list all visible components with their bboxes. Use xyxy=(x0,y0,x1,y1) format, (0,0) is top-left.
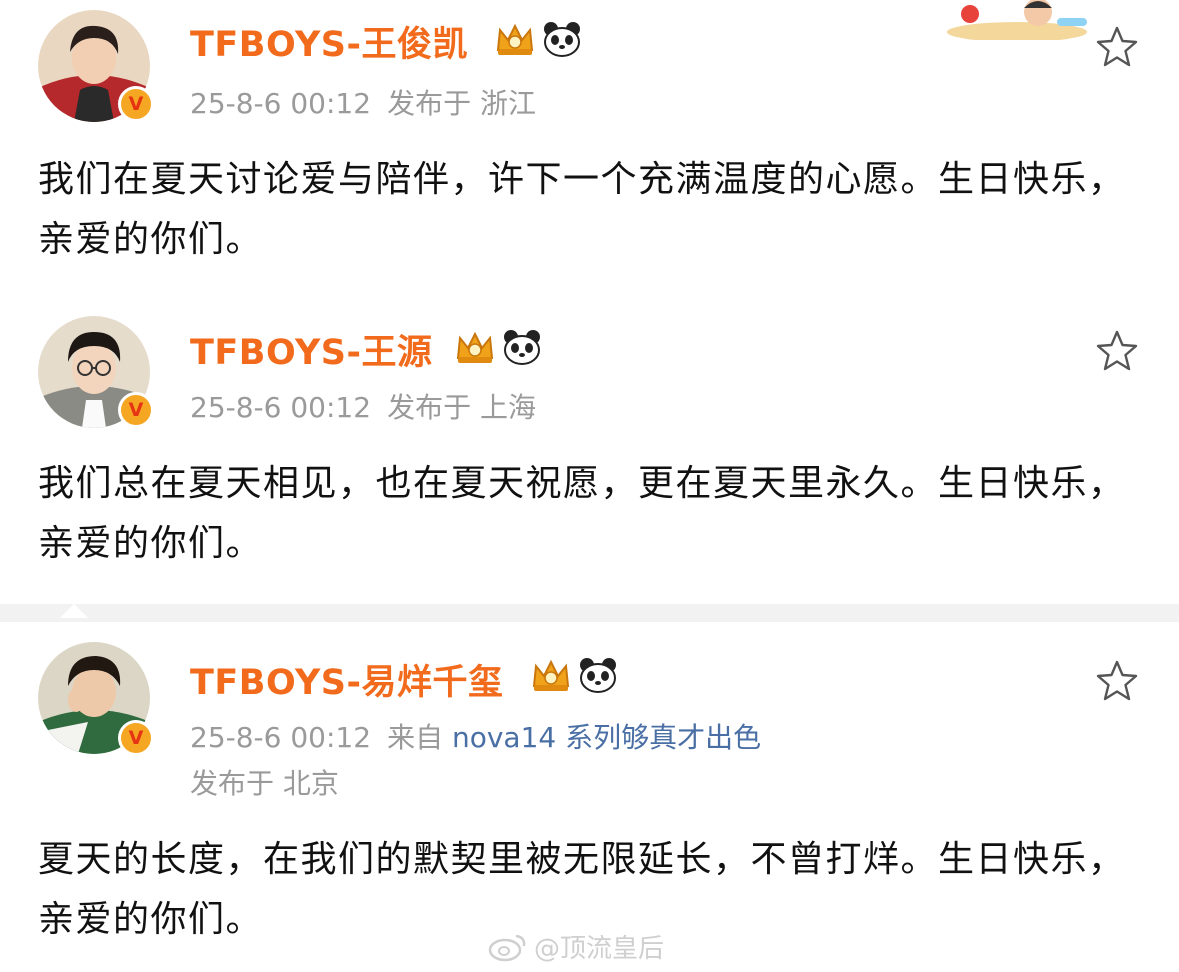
star-outline-icon[interactable] xyxy=(1094,24,1140,70)
post-location: 发布于 上海 xyxy=(387,391,536,424)
user-badges xyxy=(494,20,582,58)
crown-badge-icon xyxy=(496,23,534,55)
post-meta: 25-8-6 00:12 发布于 上海 xyxy=(190,386,536,426)
post-meta: 25-8-6 00:12 来自 nova14 系列够真才出色 xyxy=(190,716,761,756)
post-source-prefix: 来自 xyxy=(387,721,444,754)
crown-badge-icon xyxy=(532,659,570,691)
user-name[interactable]: TFBOYS-王源 xyxy=(190,324,433,375)
star-outline-icon[interactable] xyxy=(1094,658,1140,704)
post-time: 25-8-6 00:12 xyxy=(190,391,372,424)
post-location: 发布于 浙江 xyxy=(387,87,536,120)
user-badges xyxy=(454,328,542,366)
panda-badge-icon xyxy=(580,658,616,693)
verified-badge-icon: V xyxy=(118,86,154,122)
panda-badge-icon xyxy=(504,330,540,365)
weibo-post: V TFBOYS-王俊凯 25-8-6 00:12 发布于 浙江 我们在夏天讨论爱… xyxy=(0,0,1179,300)
post-text: 我们总在夏天相见，也在夏天祝愿，更在夏天里永久。生日快乐，亲爱的你们。 xyxy=(38,463,1126,564)
verified-badge-icon: V xyxy=(118,392,154,428)
weibo-post: V TFBOYS-易烊千玺 25-8-6 00:12 来自 nova14 系列够真… xyxy=(0,622,1179,972)
panda-badge-icon xyxy=(544,22,580,57)
crown-badge-icon xyxy=(456,331,494,363)
section-divider xyxy=(0,604,1179,622)
user-name[interactable]: TFBOYS-王俊凯 xyxy=(190,16,468,67)
cartoon-sticker-icon xyxy=(947,0,1087,40)
post-source-link[interactable]: nova14 系列够真才出色 xyxy=(452,721,761,754)
post-location: 发布于 北京 xyxy=(190,767,339,800)
post-time: 25-8-6 00:12 xyxy=(190,721,372,754)
user-badges xyxy=(530,656,618,694)
post-time: 25-8-6 00:12 xyxy=(190,87,372,120)
weibo-logo-icon xyxy=(488,934,526,961)
divider-notch xyxy=(60,604,88,618)
star-outline-icon[interactable] xyxy=(1094,328,1140,374)
watermark-text: @顶流皇后 xyxy=(534,934,665,964)
user-name[interactable]: TFBOYS-易烊千玺 xyxy=(190,654,504,705)
verified-badge-icon: V xyxy=(118,720,154,756)
post-meta: 25-8-6 00:12 发布于 浙江 xyxy=(190,82,536,122)
watermark: @顶流皇后 xyxy=(488,928,664,965)
post-text: 我们在夏天讨论爱与陪伴，许下一个充满温度的心愿。生日快乐，亲爱的你们。 xyxy=(38,159,1126,260)
weibo-post: V TFBOYS-王源 25-8-6 00:12 发布于 上海 我们总在夏天相见，… xyxy=(0,304,1179,604)
